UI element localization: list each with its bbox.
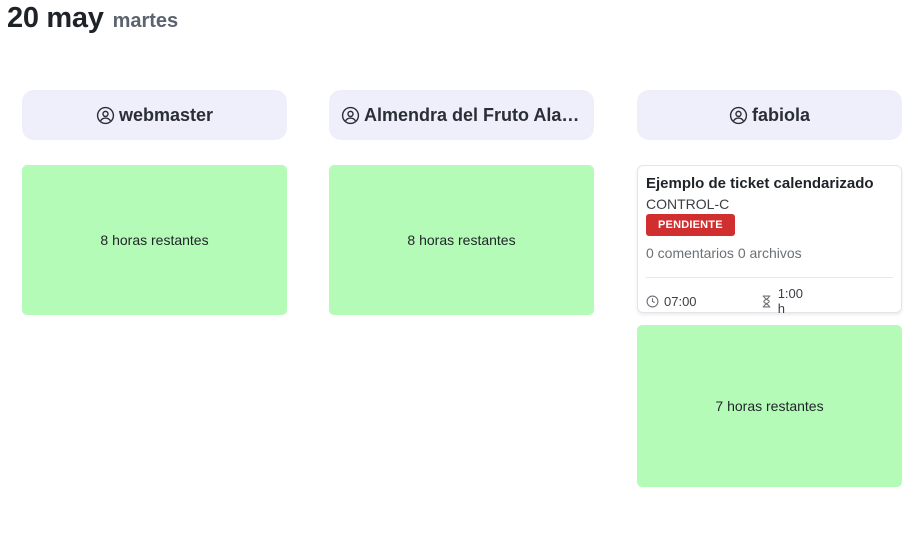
user-column: webmaster 8 horas restantes: [22, 90, 287, 315]
user-header-almendra[interactable]: Almendra del Fruto Alam...: [329, 90, 594, 140]
remaining-hours-slot[interactable]: 7 horas restantes: [637, 325, 902, 487]
duration-value: 1:00 h: [777, 286, 803, 316]
user-circle-icon: [96, 106, 115, 125]
user-circle-icon: [341, 106, 360, 125]
calendar-day-view: 20 may martes webmaster 8 horas restante…: [0, 0, 921, 552]
clock-icon: [646, 295, 659, 308]
start-time: 07:00: [646, 294, 760, 309]
remaining-hours-slot[interactable]: 8 horas restantes: [329, 165, 594, 315]
remaining-hours-label: 8 horas restantes: [100, 232, 209, 248]
user-name: fabiola: [751, 104, 810, 125]
remaining-hours-label: 8 horas restantes: [407, 232, 516, 248]
ticket-divider: [646, 277, 893, 278]
user-header-fabiola[interactable]: fabiola: [637, 90, 902, 140]
date-title: 20 may: [7, 2, 104, 34]
ticket-title[interactable]: Ejemplo de ticket calendarizado: [646, 175, 893, 193]
remaining-hours-label: 7 horas restantes: [715, 398, 824, 414]
ticket-card[interactable]: Ejemplo de ticket calendarizado CONTROL-…: [637, 165, 902, 316]
user-header-webmaster[interactable]: webmaster: [22, 90, 287, 140]
user-circle-icon: [729, 106, 748, 125]
remaining-hours-slot[interactable]: 8 horas restantes: [22, 165, 287, 315]
ticket-footer: 07:00 1:00 h: [646, 286, 893, 316]
user-column: Almendra del Fruto Alam... 8 horas resta…: [329, 90, 594, 315]
user-name: webmaster: [118, 104, 214, 125]
weekday-label: martes: [112, 10, 179, 32]
start-time-value: 07:00: [664, 293, 697, 309]
user-column: fabiola Ejemplo de ticket calendarizado …: [637, 90, 902, 487]
duration: 1:00 h: [760, 286, 811, 316]
ticket-code: CONTROL-C: [646, 196, 730, 212]
ticket-meta: 0 comentarios 0 archivos: [646, 245, 802, 261]
hourglass-icon: [760, 295, 773, 308]
date-header: 20 may martes: [7, 2, 178, 35]
status-badge: PENDIENTE: [646, 214, 735, 236]
user-name: Almendra del Fruto Alam...: [364, 104, 582, 125]
